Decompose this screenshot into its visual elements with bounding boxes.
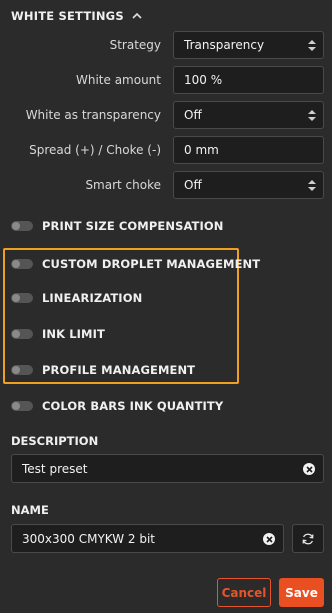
clear-icon[interactable] [263, 533, 275, 545]
toggle-switch[interactable] [11, 365, 33, 375]
smart-choke-select[interactable]: Off [173, 171, 324, 199]
name-input[interactable]: 300x300 CMYKW 2 bit [11, 524, 284, 553]
strategy-row: Strategy Transparency [0, 31, 332, 59]
select-arrows-icon [308, 180, 316, 191]
white-as-transparency-select[interactable]: Off [173, 101, 324, 129]
toggle-switch[interactable] [11, 401, 33, 411]
white-as-transparency-label: White as transparency [25, 108, 161, 122]
white-amount-input[interactable]: 100 % [173, 66, 324, 94]
toggle-switch[interactable] [11, 259, 33, 269]
refresh-button[interactable] [292, 524, 324, 553]
select-arrows-icon [308, 110, 316, 121]
toggle-label: PROFILE MANAGEMENT [42, 363, 196, 377]
toggle-label: PRINT SIZE COMPENSATION [42, 219, 224, 233]
smart-choke-value: Off [184, 178, 202, 192]
smart-choke-label: Smart choke [85, 178, 161, 192]
toggle-color-bars-ink-quantity[interactable]: COLOR BARS INK QUANTITY [11, 399, 223, 413]
toggle-ink-limit[interactable]: INK LIMIT [11, 327, 105, 341]
name-value: 300x300 CMYKW 2 bit [22, 531, 156, 546]
spread-choke-row: Spread (+) / Choke (-) 0 mm [0, 136, 332, 164]
toggle-custom-droplet-management[interactable]: CUSTOM DROPLET MANAGEMENT [11, 257, 260, 271]
chevron-up-icon [132, 12, 142, 19]
white-settings-header[interactable]: WHITE SETTINGS [11, 9, 144, 23]
spread-choke-input[interactable]: 0 mm [173, 136, 324, 164]
description-value: Test preset [22, 461, 88, 476]
description-caption: DESCRIPTION [11, 434, 99, 448]
white-amount-label: White amount [75, 73, 161, 87]
spread-choke-label: Spread (+) / Choke (-) [29, 143, 161, 157]
toggle-linearization[interactable]: LINEARIZATION [11, 291, 142, 305]
section-title: WHITE SETTINGS [11, 9, 124, 23]
toggle-switch[interactable] [11, 293, 33, 303]
spread-choke-value: 0 mm [184, 143, 219, 157]
strategy-select[interactable]: Transparency [173, 31, 324, 59]
toggle-switch[interactable] [11, 329, 33, 339]
smart-choke-row: Smart choke Off [0, 171, 332, 199]
save-button[interactable]: Save [279, 578, 324, 607]
toggle-profile-management[interactable]: PROFILE MANAGEMENT [11, 363, 195, 377]
name-caption: NAME [11, 503, 49, 517]
strategy-label: Strategy [109, 38, 161, 52]
toggle-label: COLOR BARS INK QUANTITY [42, 399, 224, 413]
select-arrows-icon [308, 40, 316, 51]
white-amount-row: White amount 100 % [0, 66, 332, 94]
white-as-transparency-row: White as transparency Off [0, 101, 332, 129]
toggle-switch[interactable] [11, 221, 33, 231]
toggle-label: INK LIMIT [42, 327, 105, 341]
toggle-print-size-compensation[interactable]: PRINT SIZE COMPENSATION [11, 219, 223, 233]
description-input[interactable]: Test preset [11, 454, 324, 483]
refresh-icon [302, 533, 314, 544]
white-amount-value: 100 % [184, 73, 223, 87]
toggle-label: LINEARIZATION [42, 291, 143, 305]
white-as-transparency-value: Off [184, 108, 202, 122]
cancel-button[interactable]: Cancel [217, 578, 271, 607]
clear-icon[interactable] [303, 463, 315, 475]
strategy-value: Transparency [184, 38, 265, 52]
toggle-label: CUSTOM DROPLET MANAGEMENT [42, 257, 261, 271]
